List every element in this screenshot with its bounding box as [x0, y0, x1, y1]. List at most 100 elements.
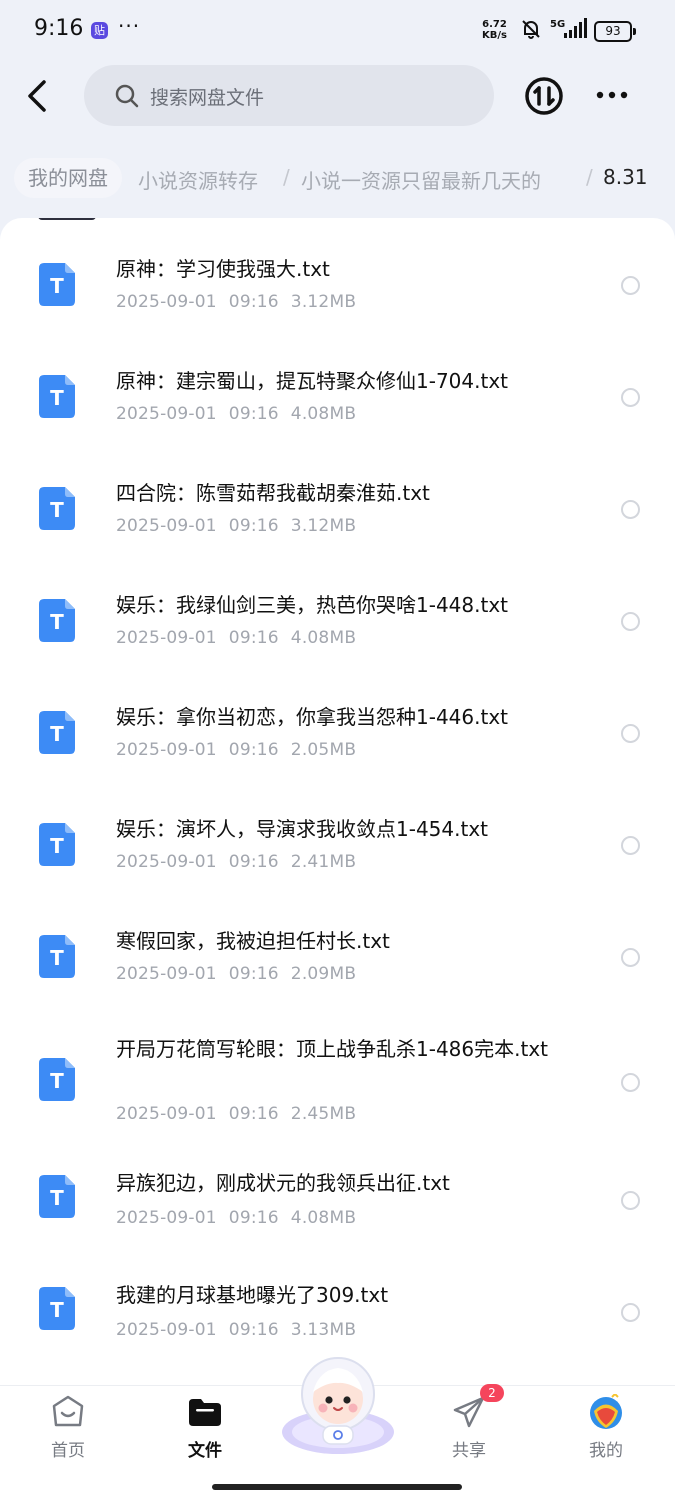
text-file-icon: T [39, 1058, 75, 1101]
text-file-icon: T [39, 711, 75, 754]
breadcrumb-separator: / [283, 165, 290, 189]
file-size: 2.41MB [290, 852, 357, 872]
svg-text:T: T [50, 274, 64, 298]
svg-text:T: T [50, 1069, 64, 1093]
file-size: 4.08MB [290, 404, 357, 424]
file-list: T 原神：学习使我强大.txt 2025-09-01 09:16 3.12MB T 原神：建… [0, 218, 675, 1418]
nav-files-label: 文件 [188, 1441, 222, 1461]
battery-icon: 93 [594, 21, 636, 42]
select-checkbox[interactable] [621, 1303, 640, 1322]
file-time: 09:16 [228, 292, 279, 312]
transfer-list-icon[interactable] [523, 75, 565, 117]
file-size: 3.13MB [290, 1320, 357, 1340]
file-name: 娱乐：我绿仙剑三美，热芭你哭啥1-448.txt [116, 593, 508, 617]
svg-text:T: T [50, 1298, 64, 1322]
file-time: 09:16 [228, 516, 279, 536]
text-file-icon: T [39, 823, 75, 866]
svg-text:T: T [50, 1186, 64, 1210]
network-speed-unit: KB/s [482, 30, 507, 41]
more-notifications-icon: ··· [118, 14, 141, 38]
mascot-assistant-icon[interactable] [279, 1352, 397, 1456]
app-notification-icon: 贴 [91, 22, 108, 39]
more-options-icon[interactable] [592, 84, 632, 106]
breadcrumb-item[interactable]: 小说一资源只留最新几天的 [301, 165, 541, 194]
breadcrumb-current: 8.31 [603, 165, 648, 189]
file-meta: 2025-09-01 09:16 3.13MB [116, 1320, 356, 1340]
previous-item-edge [38, 218, 96, 220]
home-indicator[interactable] [212, 1484, 462, 1490]
file-name: 原神：建宗蜀山，提瓦特聚众修仙1-704.txt [116, 369, 508, 393]
folder-icon [189, 1399, 221, 1426]
select-checkbox[interactable] [621, 836, 640, 855]
file-time: 09:16 [228, 964, 279, 984]
svg-text:5G: 5G [550, 19, 565, 30]
file-meta: 2025-09-01 09:16 3.12MB [116, 292, 356, 312]
file-meta: 2025-09-01 09:16 4.08MB [116, 404, 356, 424]
file-date: 2025-09-01 [116, 516, 217, 536]
file-time: 09:16 [228, 740, 279, 760]
file-date: 2025-09-01 [116, 628, 217, 648]
select-checkbox[interactable] [621, 500, 640, 519]
file-time: 09:16 [228, 1208, 279, 1228]
back-arrow-icon[interactable] [20, 74, 60, 118]
svg-text:T: T [50, 610, 64, 634]
file-meta: 2025-09-01 09:16 2.41MB [116, 852, 356, 872]
select-checkbox[interactable] [621, 388, 640, 407]
text-file-icon: T [39, 599, 75, 642]
file-meta: 2025-09-01 09:16 4.08MB [116, 1208, 356, 1228]
svg-text:T: T [50, 498, 64, 522]
file-size: 2.09MB [290, 964, 357, 984]
nav-share[interactable]: 共享 [419, 1386, 519, 1476]
nav-home-label: 首页 [51, 1441, 85, 1461]
avatar [590, 1394, 622, 1429]
svg-text:T: T [50, 834, 64, 858]
text-file-icon: T [39, 375, 75, 418]
select-checkbox[interactable] [621, 1191, 640, 1210]
file-time: 09:16 [228, 1104, 279, 1124]
file-date: 2025-09-01 [116, 292, 217, 312]
nav-mine[interactable]: 我的 [556, 1386, 656, 1476]
network-speed-value: 6.72 [482, 19, 507, 30]
select-checkbox[interactable] [621, 1073, 640, 1092]
file-meta: 2025-09-01 09:16 2.05MB [116, 740, 356, 760]
select-checkbox[interactable] [621, 724, 640, 743]
file-date: 2025-09-01 [116, 964, 217, 984]
nav-share-label: 共享 [452, 1441, 486, 1461]
status-time: 9:16 [34, 16, 84, 41]
text-file-icon: T [39, 935, 75, 978]
file-name: 寒假回家，我被迫担任村长.txt [116, 929, 390, 953]
file-date: 2025-09-01 [116, 404, 217, 424]
file-time: 09:16 [228, 852, 279, 872]
cellular-signal-icon: 5G [550, 18, 587, 38]
text-file-icon: T [39, 1287, 75, 1330]
svg-text:T: T [50, 386, 64, 410]
file-meta: 2025-09-01 09:16 2.45MB [116, 1104, 356, 1124]
file-meta: 2025-09-01 09:16 3.12MB [116, 516, 356, 536]
breadcrumb-home[interactable]: 我的网盘 [14, 158, 122, 198]
select-checkbox[interactable] [621, 276, 640, 295]
file-date: 2025-09-01 [116, 1208, 217, 1228]
file-size: 2.05MB [290, 740, 357, 760]
select-checkbox[interactable] [621, 612, 640, 631]
file-time: 09:16 [228, 628, 279, 648]
file-size: 4.08MB [290, 628, 357, 648]
bell-muted-icon [522, 20, 540, 39]
nav-mine-label: 我的 [589, 1441, 623, 1461]
status-bar: 9:16 贴 ··· 6.72 KB/s 5G 93 [0, 0, 675, 62]
breadcrumb-separator: / [586, 165, 593, 189]
search-input[interactable]: 搜索网盘文件 [84, 65, 494, 126]
file-time: 09:16 [228, 404, 279, 424]
text-file-icon: T [39, 487, 75, 530]
home-icon [52, 1395, 84, 1427]
share-badge: 2 [480, 1384, 504, 1402]
search-placeholder: 搜索网盘文件 [150, 87, 265, 109]
nav-home[interactable]: 首页 [18, 1386, 118, 1476]
breadcrumb-item[interactable]: 小说资源转存 [138, 165, 258, 194]
nav-files[interactable]: 文件 [155, 1386, 255, 1476]
file-date: 2025-09-01 [116, 1320, 217, 1340]
file-name: 异族犯边，刚成状元的我领兵出征.txt [116, 1171, 450, 1195]
select-checkbox[interactable] [621, 948, 640, 967]
search-icon [115, 84, 139, 108]
file-name: 原神：学习使我强大.txt [116, 257, 330, 281]
text-file-icon: T [39, 263, 75, 306]
